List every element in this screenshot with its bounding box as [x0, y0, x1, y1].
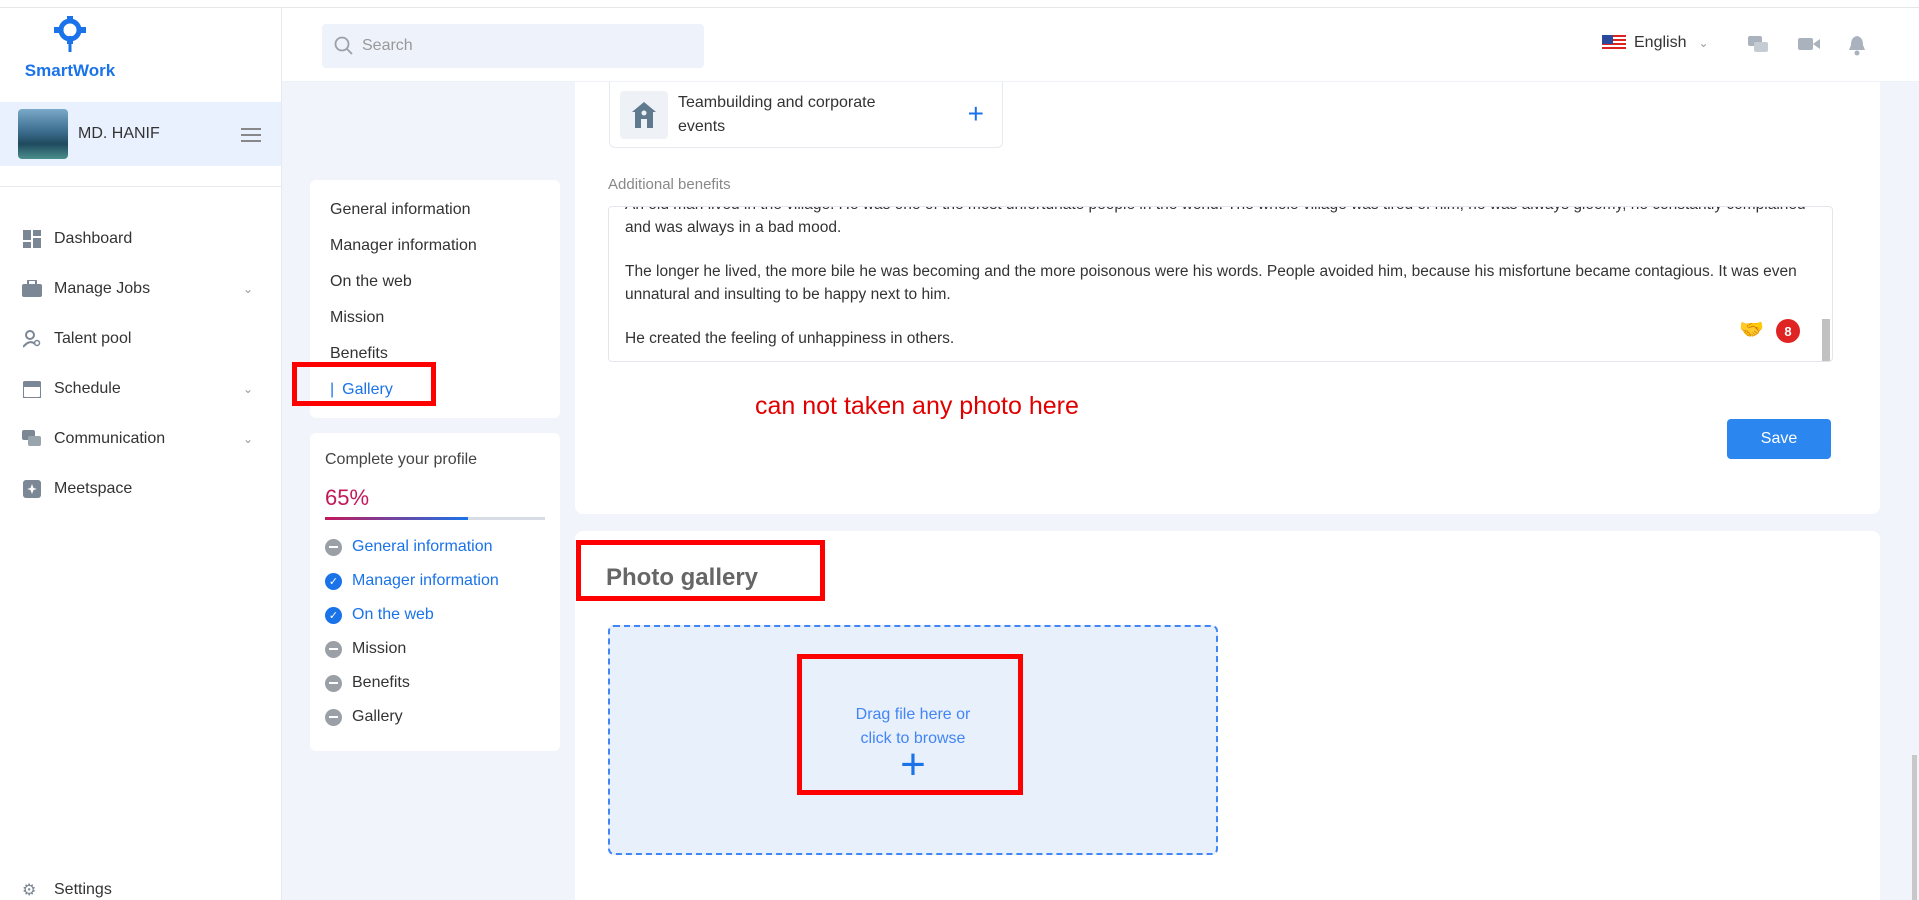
us-flag-icon [1602, 35, 1626, 51]
profile-step: Benefits [325, 666, 545, 700]
brand-name: SmartWork [24, 61, 116, 80]
sidebar-item-settings[interactable]: ⚙ Settings [22, 880, 112, 900]
minus-circle-icon [325, 640, 342, 658]
subnav-manager-information[interactable]: Manager information [310, 228, 560, 264]
messages-icon[interactable] [1748, 36, 1770, 59]
sidebar-item-dashboard[interactable]: Dashboard [0, 214, 281, 264]
complete-profile-card: Complete your profile 65% General inform… [310, 433, 560, 751]
annotation-box-dropzone [797, 654, 1023, 795]
text-paragraph: He created the feeling of unhappiness in… [625, 330, 955, 347]
additional-benefits-textarea[interactable]: An old man lived in the village. He was … [608, 206, 1833, 362]
subnav-on-the-web[interactable]: On the web [310, 264, 560, 300]
building-icon [620, 90, 668, 139]
search-input[interactable]: Search [322, 24, 704, 68]
profile-step[interactable]: ✓ Manager information [325, 564, 545, 598]
handshake-icon[interactable]: 🤝 [1739, 319, 1764, 342]
annotation-box-gallery-title [576, 540, 825, 601]
video-call-icon[interactable] [1798, 36, 1820, 57]
minus-circle-icon [325, 674, 342, 692]
meetspace-icon [22, 479, 42, 499]
profile-step-label: General information [352, 538, 493, 555]
profile-step-label: On the web [352, 606, 434, 623]
profile-step[interactable]: ✓ On the web [325, 598, 545, 632]
sidebar: SmartWork MD. HANIF Dashboard Manage Job… [0, 0, 282, 900]
benefits-card: Teambuilding and corporate events + Addi… [575, 82, 1880, 514]
language-selector[interactable]: English ⌄ [1602, 34, 1709, 52]
add-benefit-icon[interactable]: + [968, 100, 984, 128]
calendar-icon [22, 379, 42, 399]
text-paragraph: An old man lived in the village. He was … [625, 207, 1806, 236]
additional-benefits-label: Additional benefits [608, 176, 731, 193]
person-search-icon [22, 329, 42, 349]
profile-step: Mission [325, 632, 545, 666]
sidebar-item-label: Dashboard [54, 230, 133, 247]
minus-circle-icon [325, 708, 342, 726]
sidebar-item-manage-jobs[interactable]: Manage Jobs ⌄ [0, 264, 281, 314]
profile-step-label: Mission [352, 640, 407, 657]
benefit-label: Teambuilding and corporate events [678, 93, 876, 135]
profile-progress-fill [325, 517, 468, 520]
sidebar-nav: Dashboard Manage Jobs ⌄ Talent pool Sche… [0, 214, 281, 514]
annotation-box-gallery-tab [292, 362, 436, 406]
chevron-down-icon[interactable]: ⌄ [243, 282, 253, 296]
user-name: MD. HANIF [78, 125, 160, 142]
brand-logo[interactable]: SmartWork [20, 14, 120, 81]
profile-card-title: Complete your profile [325, 451, 478, 468]
search-placeholder: Search [362, 37, 413, 54]
menu-toggle-icon[interactable] [241, 128, 261, 146]
sidebar-item-label: Manage Jobs [54, 280, 151, 297]
profile-step[interactable]: General information [325, 530, 545, 564]
text-paragraph: The longer he lived, the more bile he wa… [625, 263, 1797, 303]
top-header: Search English ⌄ [282, 8, 1919, 82]
chevron-down-icon: ⌄ [1698, 36, 1709, 50]
divider [0, 186, 281, 187]
profile-step: Gallery [325, 700, 545, 734]
profile-step-label: Benefits [352, 674, 410, 691]
bell-icon[interactable] [1848, 36, 1866, 61]
profile-checklist: General information ✓ Manager information ✓… [325, 530, 545, 734]
grammar-badge[interactable]: 8 [1776, 319, 1800, 343]
sidebar-item-communication[interactable]: Communication ⌄ [0, 414, 281, 464]
briefcase-icon [22, 279, 42, 299]
page-scrollbar[interactable] [1912, 755, 1917, 900]
sidebar-item-talent-pool[interactable]: Talent pool [0, 314, 281, 364]
gear-icon: ⚙ [22, 882, 37, 899]
language-label: English [1634, 34, 1687, 51]
gear-logo-icon [54, 16, 86, 52]
sidebar-item-meetspace[interactable]: Meetspace [0, 464, 281, 514]
check-circle-icon: ✓ [325, 606, 342, 624]
sidebar-item-label: Communication [54, 430, 166, 447]
profile-step-label: Manager information [352, 572, 499, 589]
sidebar-item-label: Schedule [54, 380, 121, 397]
avatar[interactable] [18, 109, 68, 159]
minus-circle-icon [325, 538, 342, 556]
subnav-general-information[interactable]: General information [310, 192, 560, 228]
chevron-down-icon[interactable]: ⌄ [243, 432, 253, 446]
user-panel[interactable]: MD. HANIF [0, 102, 281, 166]
profile-step-label: Gallery [352, 708, 403, 725]
annotation-note: can not taken any photo here [755, 392, 1079, 420]
save-button[interactable]: Save [1727, 419, 1831, 459]
dashboard-icon [22, 229, 42, 249]
check-circle-icon: ✓ [325, 572, 342, 590]
benefit-item: Teambuilding and corporate events + [609, 82, 1003, 148]
textarea-scrollbar[interactable] [1822, 319, 1830, 361]
profile-percent: 65% [325, 485, 370, 510]
subnav-mission[interactable]: Mission [310, 300, 560, 336]
settings-label: Settings [54, 881, 112, 898]
top-border [0, 0, 1919, 8]
sidebar-item-schedule[interactable]: Schedule ⌄ [0, 364, 281, 414]
search-icon [334, 36, 353, 55]
sidebar-item-label: Talent pool [54, 330, 132, 347]
profile-progress-bar [325, 517, 545, 520]
sidebar-item-label: Meetspace [54, 480, 133, 497]
chevron-down-icon[interactable]: ⌄ [243, 382, 253, 396]
chat-icon [22, 429, 42, 449]
